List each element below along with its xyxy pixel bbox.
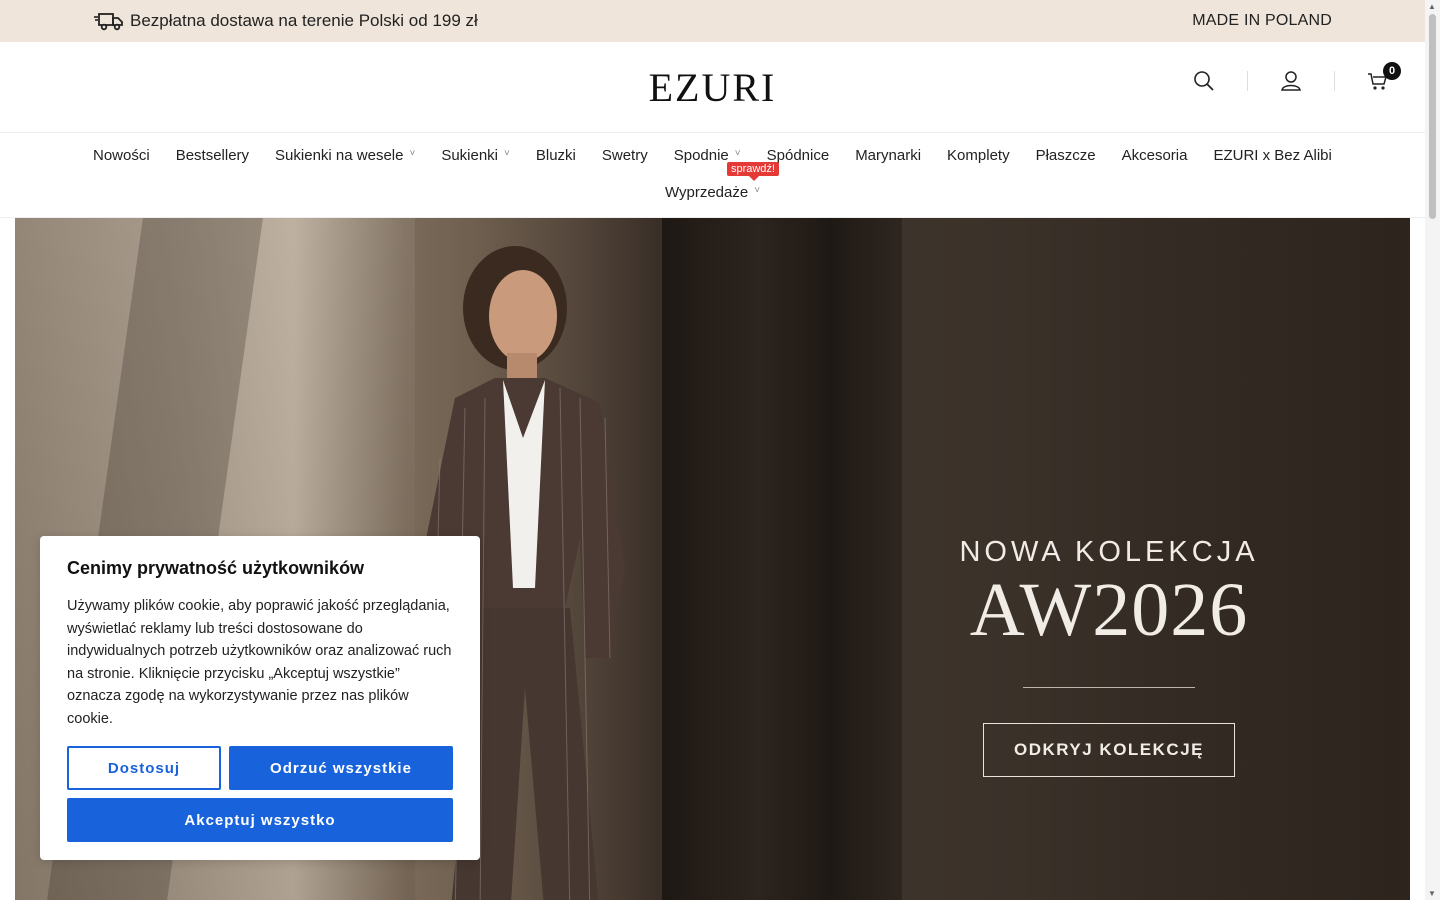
cart-count-badge: 0 [1383,62,1401,80]
truck-icon [94,13,123,31]
nav-item-swetry[interactable]: Swetry [602,147,648,164]
chevron-down-icon: ˅ [409,148,416,159]
main-navigation: Nowości Bestsellery Sukienki na wesele ˅ … [0,133,1425,218]
nav-item-bestsellery[interactable]: Bestsellery [176,147,249,164]
scrollbar-thumb[interactable] [1429,14,1436,219]
divider [1247,71,1248,91]
sale-badge: sprawdź! [726,162,779,181]
nav-item-bluzki[interactable]: Bluzki [536,147,576,164]
nav-item-sukienki-na-wesele[interactable]: Sukienki na wesele ˅ [275,147,415,164]
nav-item-ezuri-x-bez-alibi[interactable]: EZURI x Bez Alibi [1213,147,1331,164]
accept-all-button[interactable]: Akceptuj wszystko [67,798,453,842]
nav-item-akcesoria[interactable]: Akcesoria [1122,147,1188,164]
nav-item-nowosci[interactable]: Nowości [93,147,150,164]
page-scrollbar[interactable]: ▲ ▼ [1425,0,1440,900]
hero-title: AW2026 [969,568,1249,652]
hero-curtain [662,218,902,900]
cart-icon[interactable]: 0 [1367,62,1401,92]
nav-item-wyprzedaze[interactable]: Wyprzedaże ˅ sprawdź! [664,162,779,201]
nav-item-komplety[interactable]: Komplety [947,147,1010,164]
cookie-consent-dialog: Cenimy prywatność użytkowników Używamy p… [40,536,480,860]
discover-collection-button[interactable]: ODKRYJ KOLEKCJĘ [983,722,1235,777]
hero-divider [1023,686,1195,688]
announcement-bar: Bezpłatna dostawa na terenie Polski od 1… [0,0,1425,42]
nav-item-label: Spodnie [673,147,729,164]
search-icon[interactable] [1193,70,1215,92]
chevron-down-icon: ˅ [734,148,741,159]
nav-item-marynarki[interactable]: Marynarki [855,147,921,164]
scroll-up-arrow-icon[interactable]: ▲ [1428,2,1436,11]
header-actions: 0 [1193,62,1401,92]
cookie-title: Cenimy prywatność użytkowników [67,558,365,578]
shipping-info: Bezpłatna dostawa na terenie Polski od 1… [94,11,478,31]
made-in-poland-text: MADE IN POLAND [1192,12,1332,29]
nav-item-plaszcze[interactable]: Płaszcze [1036,147,1096,164]
chevron-down-icon: ˅ [754,185,761,196]
divider [1334,71,1335,91]
shipping-text: Bezpłatna dostawa na terenie Polski od 1… [130,11,478,30]
nav-item-label: Sukienki na wesele [275,147,404,164]
customize-cookies-button[interactable]: Dostosuj [67,746,221,790]
account-icon[interactable] [1280,70,1302,92]
nav-item-label: Sukienki [441,147,499,164]
hero-content: NOWA KOLEKCJA AW2026 ODKRYJ KOLEKCJĘ [935,536,1283,777]
scroll-down-arrow-icon[interactable]: ▼ [1428,889,1436,898]
chevron-down-icon: ˅ [504,148,510,159]
hero-subtitle: NOWA KOLEKCJA [959,536,1259,568]
cookie-description: Używamy plików cookie, aby poprawić jako… [67,598,452,727]
nav-item-sukienki[interactable]: Sukienki ˅ [441,147,510,164]
reject-all-button[interactable]: Odrzuć wszystkie [229,746,453,790]
site-header: EZURI 0 [0,42,1425,133]
nav-item-label: Wyprzedaże [664,184,749,201]
